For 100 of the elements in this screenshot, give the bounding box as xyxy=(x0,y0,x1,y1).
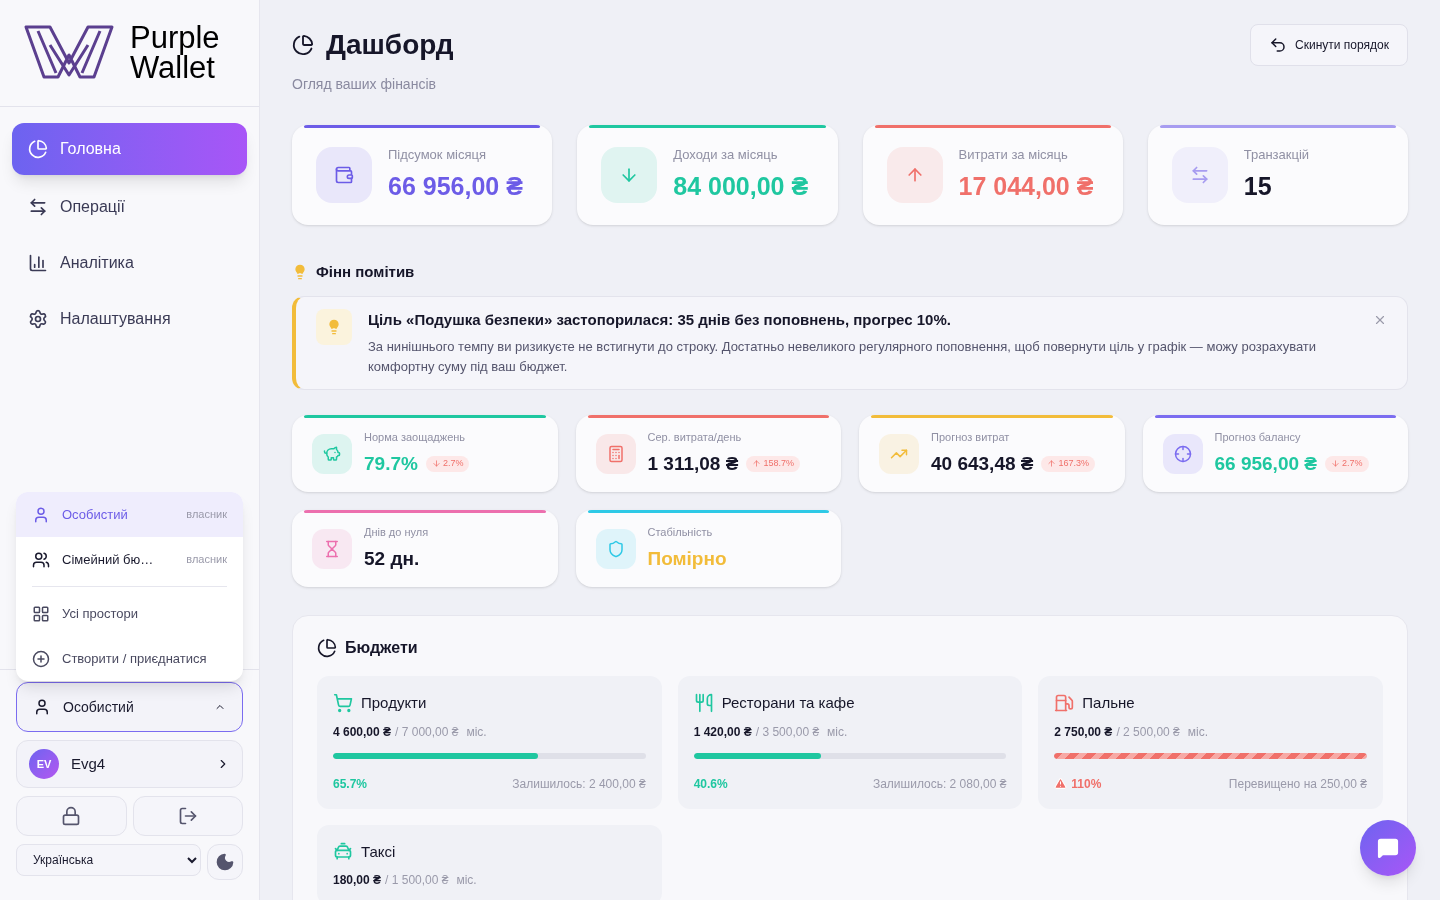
budget-name: Ресторани та кафе xyxy=(721,693,855,713)
card-label: Стабільність xyxy=(647,525,714,540)
pie-chart-icon xyxy=(317,638,337,658)
alert-text: За нинішнього темпу ви ризикуєте не встигнути до строку. Достатньо невеликого регулярного поповнення, щоб повернути ціль у графік — можу розрахувати комфортну суму під ваш бюджет. xyxy=(368,338,1318,376)
lock-icon xyxy=(61,806,82,826)
people-icon xyxy=(32,550,50,569)
fork-knife-icon xyxy=(693,693,714,714)
budget-name: Пальне xyxy=(1082,693,1135,713)
grid-icon xyxy=(32,604,50,623)
logout-icon xyxy=(177,806,198,826)
card-label: Сер. витрата/день xyxy=(647,430,743,445)
card-value: 17 044,00 ₴ xyxy=(958,171,1094,202)
card-label: Прогноз витрат xyxy=(931,430,1011,445)
avatar: EV xyxy=(29,749,59,779)
card-label: Доходи за місяць xyxy=(673,145,779,164)
lock-button[interactable] xyxy=(16,796,127,836)
hourglass-icon xyxy=(323,539,341,558)
period-label: міс. xyxy=(1187,723,1209,741)
taxi-icon xyxy=(333,841,353,862)
pie-chart-icon xyxy=(292,34,314,56)
budget-percent: 65.7% xyxy=(333,775,368,793)
period-label: міс. xyxy=(827,723,848,741)
card-value: Помірно xyxy=(647,546,727,571)
change-badge: 2.7% xyxy=(425,455,470,472)
page-title: Дашборд xyxy=(326,28,454,62)
card-label: Прогноз балансу xyxy=(1214,430,1302,445)
nav-item[interactable]: Аналітика xyxy=(12,239,247,287)
reset-order-button[interactable]: Скинути порядок xyxy=(1250,24,1408,66)
bar-chart-icon xyxy=(28,253,48,273)
wallet-icon xyxy=(334,165,354,185)
cart-icon xyxy=(333,693,353,714)
budget-name: Продукти xyxy=(361,693,427,713)
card-value: 15 xyxy=(1243,171,1273,202)
nav-item[interactable]: Головна xyxy=(12,123,247,175)
spent-amount: 2 750,00 ₴ xyxy=(1054,723,1113,741)
arrows-icon xyxy=(28,197,48,217)
language-select[interactable]: Українська xyxy=(16,844,201,876)
limit-amount: / 7 000,00 ₴ xyxy=(395,723,459,741)
card-label: Підсумок місяця xyxy=(388,145,487,164)
target-icon xyxy=(1173,444,1192,463)
card-label: Транзакцій xyxy=(1243,145,1310,164)
theme-button[interactable] xyxy=(207,844,243,880)
pie-chart-icon xyxy=(28,139,48,159)
period-label: міс. xyxy=(466,723,487,741)
budget-percent: 110% xyxy=(1071,775,1102,793)
card-label: Норма заощаджень xyxy=(364,430,467,445)
lightbulb-icon xyxy=(326,318,342,335)
undo-icon xyxy=(1269,36,1288,54)
space-item[interactable]: Особистий власник xyxy=(16,492,243,537)
calculator-icon xyxy=(606,444,625,463)
section-title: Бюджети xyxy=(345,638,418,658)
change-badge: 167.3% xyxy=(1041,455,1095,472)
person-icon xyxy=(33,698,51,716)
card-value: 66 956,00 ₴ xyxy=(1214,451,1317,476)
limit-amount: / 1 500,00 ₴ xyxy=(385,872,449,889)
page-subtitle: Огляд ваших фінансів xyxy=(292,75,437,94)
budget-name: Таксі xyxy=(361,841,396,862)
chat-icon xyxy=(1377,837,1399,859)
budget-remaining: Перевищено на 250,00 ₴ xyxy=(1228,775,1367,793)
plus-circle-icon xyxy=(32,649,50,668)
person-icon xyxy=(32,505,50,524)
role-label: власник xyxy=(186,552,227,568)
budget-remaining: Залишилось: 2 400,00 ₴ xyxy=(512,775,646,793)
spent-amount: 180,00 ₴ xyxy=(333,872,382,889)
change-badge: 2.7% xyxy=(1325,455,1369,472)
budget-remaining: Залишилось: 2 080,00 ₴ xyxy=(872,775,1007,793)
user-button[interactable]: EV Evg4 xyxy=(16,740,243,788)
logout-button[interactable] xyxy=(132,796,243,836)
lightbulb-icon xyxy=(292,264,308,281)
nav-item[interactable]: Налаштування xyxy=(12,295,247,343)
period-label: міс. xyxy=(456,872,477,889)
moon-icon xyxy=(215,852,235,872)
budget-percent: 40.6% xyxy=(693,775,728,793)
menu-item[interactable]: Створити / приєднатися xyxy=(16,636,243,681)
menu-item[interactable]: Усі простори xyxy=(16,591,243,636)
card-value: 84 000,00 ₴ xyxy=(673,171,809,202)
warning-icon xyxy=(1054,777,1068,790)
brand-name: Purple xyxy=(130,23,220,53)
spent-amount: 4 600,00 ₴ xyxy=(333,723,392,741)
card-value: 66 956,00 ₴ xyxy=(388,171,523,202)
card-value: 40 643,48 ₴ xyxy=(931,451,1034,476)
card-label: Днів до нуля xyxy=(364,525,429,540)
card-label: Витрати за місяць xyxy=(958,145,1069,164)
change-badge: 158.7% xyxy=(746,455,800,472)
section-title: Фінн помітив xyxy=(316,262,415,282)
space-select[interactable]: Особистий xyxy=(16,682,243,732)
limit-amount: / 3 500,00 ₴ xyxy=(755,723,820,741)
shield-icon xyxy=(606,539,625,558)
settings-icon xyxy=(28,309,48,329)
space-item[interactable]: Сімейний бю… власник xyxy=(16,537,243,582)
piggy-bank-icon xyxy=(323,444,341,463)
alert-title: Ціль «Подушка безпеки» застопорилася: 35 днів без поповнень, прогрес 10%. xyxy=(368,309,952,330)
card-value: 1 311,08 ₴ xyxy=(647,451,739,476)
role-label: власник xyxy=(186,507,227,523)
limit-amount: / 2 500,00 ₴ xyxy=(1116,723,1180,741)
card-value: 79.7% xyxy=(364,451,418,476)
nav-item[interactable]: Операції xyxy=(12,183,247,231)
card-value: 52 дн. xyxy=(364,546,420,571)
spent-amount: 1 420,00 ₴ xyxy=(693,723,752,741)
fuel-pump-icon xyxy=(1054,693,1075,714)
